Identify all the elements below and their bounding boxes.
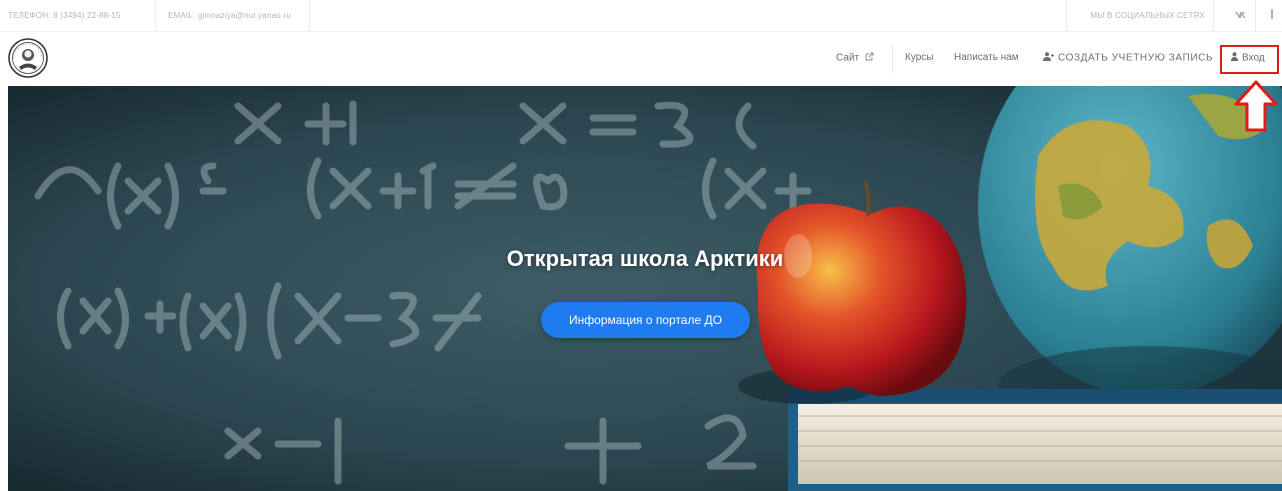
school-logo[interactable]	[8, 38, 48, 78]
up-arrow-icon	[1234, 80, 1278, 132]
main-navbar: Сайт Курсы Написать нам СОЗДАТЬ УЧЕТНУЮ …	[0, 32, 1282, 86]
nav-divider	[892, 45, 893, 73]
nav-site-link[interactable]: Сайт	[836, 52, 874, 64]
vk-icon[interactable]	[1226, 0, 1256, 32]
nav-site-label: Сайт	[836, 52, 860, 64]
social-networks-label: МЫ В СОЦИАЛЬНЫХ СЕТЯХ	[1066, 0, 1214, 32]
login-highlight-box	[1220, 45, 1279, 74]
portal-info-button[interactable]: Информация о портале ДО	[541, 302, 750, 338]
hero-banner: Открытая школа Арктики Информация о порт…	[8, 86, 1282, 491]
create-account-label: СОЗДАТЬ УЧЕТНУЮ ЗАПИСЬ	[1058, 52, 1214, 64]
social-icon[interactable]	[1262, 0, 1282, 32]
email-link[interactable]: EMAIL: gimnaziya@nur.yanao.ru	[162, 0, 310, 32]
create-account-link[interactable]: СОЗДАТЬ УЧЕТНУЮ ЗАПИСЬ	[1043, 52, 1213, 64]
top-info-bar: ТЕЛЕФОН: 8 (3494) 22-88-15 EMAIL: gimnaz…	[0, 0, 1282, 32]
hero-background-image	[8, 86, 1282, 491]
user-plus-icon	[1043, 52, 1054, 64]
nav-write-us-link[interactable]: Написать нам	[954, 52, 1019, 63]
hero-title: Открытая школа Арктики	[506, 246, 784, 271]
phone-number: ТЕЛЕФОН: 8 (3494) 22-88-15	[8, 0, 156, 32]
nav-courses-link[interactable]: Курсы	[905, 52, 933, 63]
external-link-icon	[865, 52, 874, 64]
